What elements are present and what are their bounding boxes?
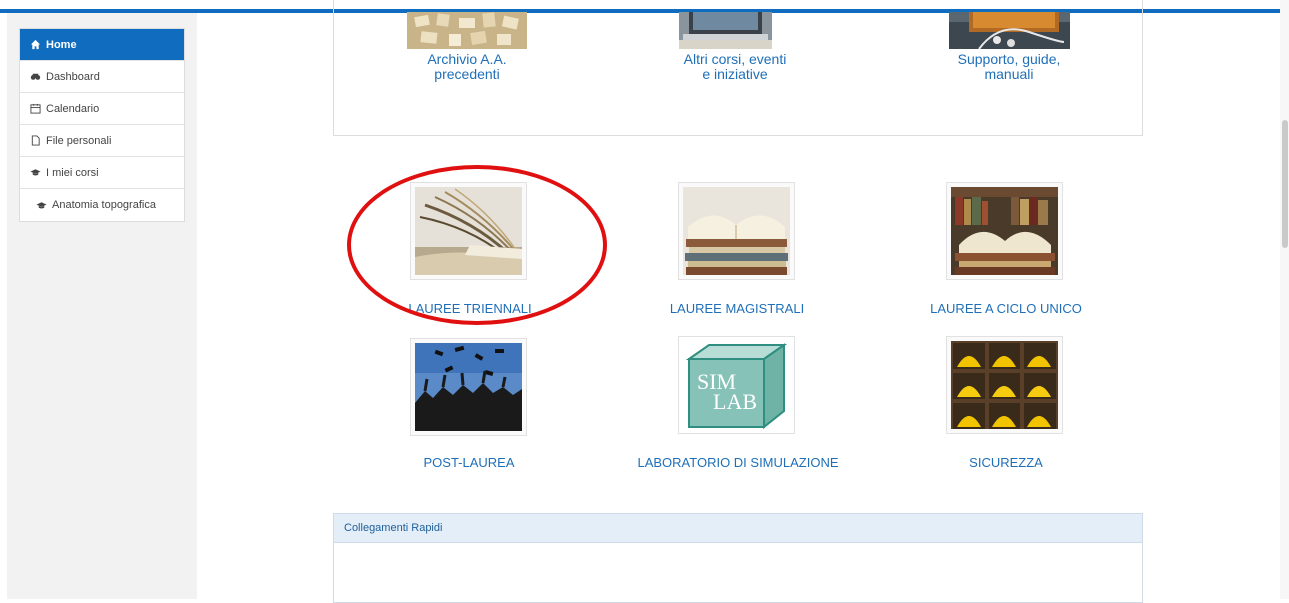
tile-lauree-ciclo-unico-label[interactable]: LAUREE A CICLO UNICO [886, 301, 1126, 316]
file-icon [31, 135, 40, 146]
nav-item-label: Anatomia topografica [52, 199, 156, 211]
nav-item-label: Dashboard [46, 70, 100, 83]
graduation-cap-icon [30, 169, 41, 176]
simlab-line2: LAB [713, 389, 757, 414]
post-laurea-thumbnail[interactable] [410, 338, 527, 436]
tile-supporto-label[interactable]: Supporto, guide, manuali [929, 52, 1089, 82]
navigation-block: Home Dashboard Calendario File personali… [19, 28, 185, 222]
sicurezza-thumbnail[interactable] [946, 336, 1063, 434]
tile-laboratorio-simulazione-label[interactable]: LABORATORIO DI SIMULAZIONE [618, 455, 858, 470]
calendar-icon [30, 103, 41, 114]
nav-item-i-miei-corsi[interactable]: I miei corsi [20, 157, 184, 189]
lauree-ciclo-unico-thumbnail[interactable] [946, 182, 1063, 280]
scrollbar-thumb[interactable] [1282, 120, 1288, 248]
home-icon [30, 39, 41, 50]
tile-altri-corsi-label[interactable]: Altri corsi, eventi e iniziative [655, 52, 815, 82]
nav-item-dashboard[interactable]: Dashboard [20, 61, 184, 93]
nav-item-label: I miei corsi [46, 166, 99, 179]
quick-links-title: Collegamenti Rapidi [334, 514, 1142, 543]
graduation-cap-icon [36, 201, 47, 208]
nav-item-label: Home [46, 38, 77, 51]
tile-lauree-triennali-label[interactable]: LAUREE TRIENNALI [350, 301, 590, 316]
tile-post-laurea-label[interactable]: POST-LAUREA [349, 455, 589, 470]
scrollbar-track[interactable] [1280, 0, 1289, 599]
lauree-magistrali-thumbnail[interactable] [678, 182, 795, 280]
lauree-triennali-thumbnail[interactable] [410, 182, 527, 280]
simlab-thumbnail[interactable]: SIM LAB [678, 336, 795, 434]
nav-item-file-personali[interactable]: File personali [20, 125, 184, 157]
laptop-thumbnail [679, 12, 772, 49]
support-thumbnail [949, 12, 1070, 49]
dashboard-icon [30, 73, 41, 80]
tile-archivio-label[interactable]: Archivio A.A. precedenti [387, 52, 547, 82]
nav-item-anatomia-topografica[interactable]: Anatomia topografica [20, 189, 184, 221]
nav-item-home[interactable]: Home [20, 29, 184, 61]
quick-links-block: Collegamenti Rapidi [333, 513, 1143, 603]
tile-sicurezza-label[interactable]: SICUREZZA [886, 455, 1126, 470]
nav-item-label: Calendario [46, 102, 100, 115]
nav-item-label: File personali [46, 134, 112, 147]
archive-thumbnail [407, 12, 527, 49]
tile-lauree-magistrali-label[interactable]: LAUREE MAGISTRALI [617, 301, 857, 316]
nav-item-calendario[interactable]: Calendario [20, 93, 184, 125]
